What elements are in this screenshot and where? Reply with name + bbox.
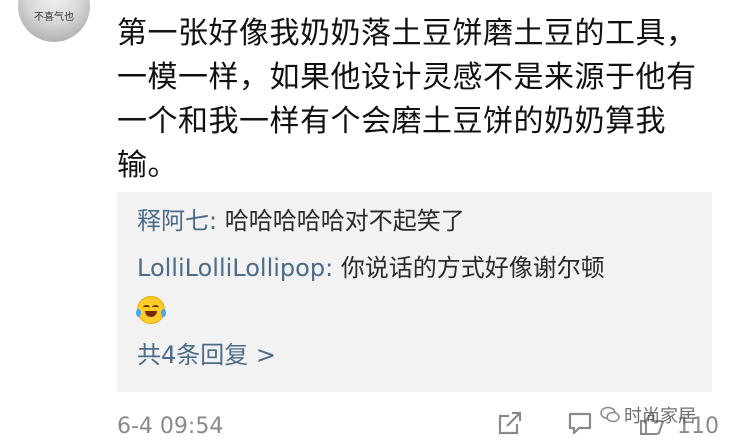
reply-author[interactable]: LolliLolliLollipop xyxy=(137,254,325,282)
reply-separator: : xyxy=(209,207,225,235)
laugh-cry-emoji-icon xyxy=(136,296,166,324)
avatar-text: 不喜气也 xyxy=(34,12,74,23)
comment-icon[interactable] xyxy=(567,410,593,436)
reply-author[interactable]: 释阿七 xyxy=(137,207,209,235)
reply-item[interactable]: 释阿七: 哈哈哈哈哈对不起笑了 xyxy=(137,206,465,236)
comment-text: 第一张好像我奶奶落土豆饼磨土豆的工具，一模一样，如果他设计灵感不是来源于他有一个… xyxy=(117,16,697,183)
avatar[interactable]: 不喜气也 xyxy=(18,0,90,42)
more-replies-link[interactable]: 共4条回复 > xyxy=(137,340,276,370)
reply-text: 你说话的方式好像谢尔顿 xyxy=(340,254,605,282)
comment-timestamp: 6-4 09:54 xyxy=(117,414,224,439)
reply-text: 哈哈哈哈哈对不起笑了 xyxy=(224,207,465,235)
reply-separator: : xyxy=(325,254,341,282)
share-icon[interactable] xyxy=(497,410,523,436)
reply-box[interactable]: 释阿七: 哈哈哈哈哈对不起笑了 LolliLolliLollipop: 你说话的… xyxy=(117,192,712,392)
reply-item[interactable]: LolliLolliLollipop: 你说话的方式好像谢尔顿 xyxy=(137,253,605,283)
watermark-text: 时尚家居 xyxy=(624,406,696,427)
wechat-logo-icon xyxy=(600,406,620,423)
watermark: 时尚家居 xyxy=(600,402,696,428)
